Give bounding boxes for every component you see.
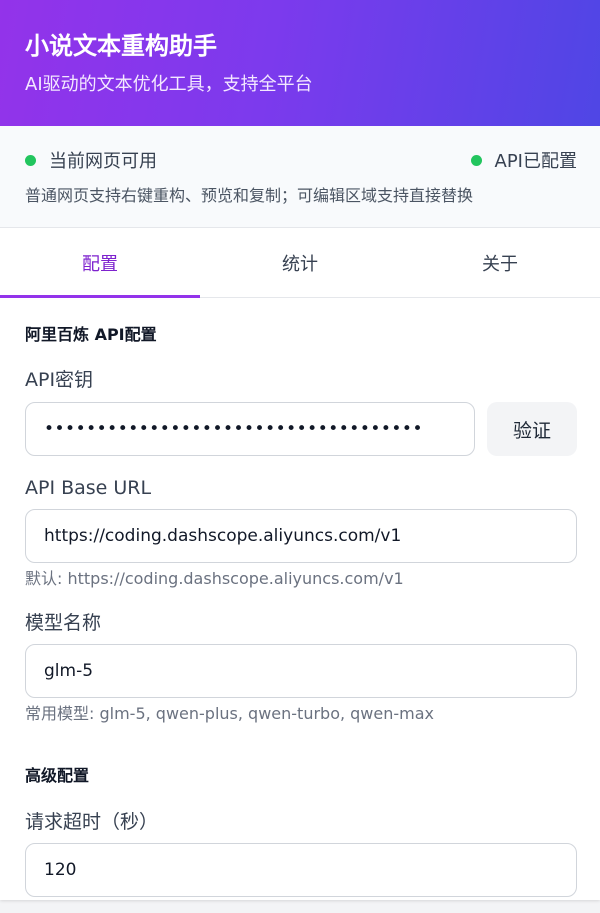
tab-stats[interactable]: 统计 xyxy=(200,228,400,297)
advanced-section-title: 高级配置 xyxy=(25,766,90,785)
model-name-label: 模型名称 xyxy=(25,612,102,634)
api-status-text: API已配置 xyxy=(494,151,577,172)
api-key-row: •••••••••••••••••••••••••••••••••••• 验证 xyxy=(25,402,577,456)
timeout-label: 请求超时（秒） xyxy=(25,811,159,833)
app-subtitle: AI驱动的文本优化工具，支持全平台 xyxy=(25,74,313,95)
tab-config[interactable]: 配置 xyxy=(0,228,200,298)
base-url-hint: 默认: https://coding.dashscope.aliyuncs.co… xyxy=(25,569,404,588)
app-header: 小说文本重构助手 AI驱动的文本优化工具，支持全平台 xyxy=(0,0,600,126)
api-config-section-title: 阿里百炼 API配置 xyxy=(25,325,157,344)
base-url-label: API Base URL xyxy=(25,477,152,499)
api-key-label: API密钥 xyxy=(25,369,94,391)
verify-button[interactable]: 验证 xyxy=(487,402,577,456)
timeout-input[interactable]: 120 xyxy=(25,843,577,897)
popup-panel: 小说文本重构助手 AI驱动的文本优化工具，支持全平台 当前网页可用 API已配置… xyxy=(0,0,600,900)
tab-bar: 配置 统计 关于 xyxy=(0,228,600,298)
app-title: 小说文本重构助手 xyxy=(25,32,217,60)
status-bar: 当前网页可用 API已配置 普通网页支持右键重构、预览和复制；可编辑区域支持直接… xyxy=(0,126,600,228)
model-name-input[interactable]: glm-5 xyxy=(25,644,577,698)
page-status: 当前网页可用 xyxy=(25,147,157,173)
api-status-dot-icon xyxy=(470,154,482,166)
api-key-input[interactable]: •••••••••••••••••••••••••••••••••••• xyxy=(25,402,475,456)
status-note: 普通网页支持右键重构、预览和复制；可编辑区域支持直接替换 xyxy=(25,186,474,205)
base-url-input[interactable]: https://coding.dashscope.aliyuncs.com/v1 xyxy=(25,509,577,563)
api-status: API已配置 xyxy=(470,147,577,173)
status-row: 当前网页可用 API已配置 xyxy=(25,146,577,174)
config-content: 阿里百炼 API配置 API密钥 •••••••••••••••••••••••… xyxy=(0,298,600,897)
page-status-dot-icon xyxy=(25,154,36,166)
model-name-hint: 常用模型: glm-5, qwen-plus, qwen-turbo, qwen… xyxy=(25,704,435,723)
page-status-text: 当前网页可用 xyxy=(49,151,157,172)
tab-about[interactable]: 关于 xyxy=(400,228,600,297)
